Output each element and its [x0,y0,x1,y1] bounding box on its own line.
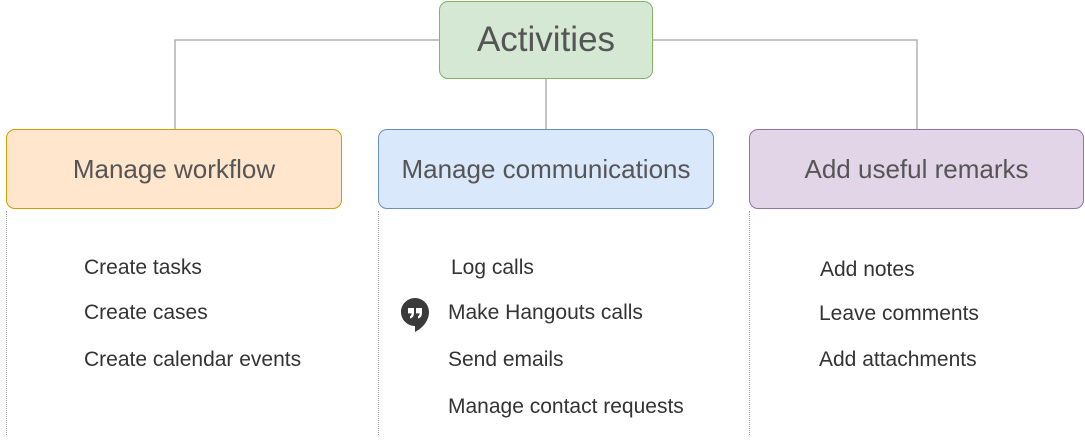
list-item-add-notes: Add notes [820,258,915,281]
branch-add-useful-remarks: Add useful remarks [749,129,1084,209]
list-item-create-calendar-events: Create calendar events [84,348,302,371]
branch-label-communications: Manage communications [401,153,691,184]
list-item-make-hangouts-calls: Make Hangouts calls [448,301,643,324]
list-item-create-tasks: Create tasks [84,256,202,279]
root-label: Activities [476,20,616,59]
column-divider-remarks [749,211,750,435]
column-divider-workflow [6,211,7,435]
list-item-leave-comments: Leave comments [819,302,979,325]
hangouts-icon [401,298,429,332]
connector-root-to-remarks [653,39,918,129]
list-item-log-calls: Log calls [451,256,534,279]
list-item-send-emails: Send emails [448,348,564,371]
root-node-activities: Activities [439,1,653,79]
connector-root-to-workflow [174,39,439,129]
list-item-create-cases: Create cases [84,301,208,324]
column-divider-communications [378,211,379,435]
branch-label-workflow: Manage workflow [72,153,276,184]
list-item-manage-contact-requests: Manage contact requests [448,395,684,418]
list-item-add-attachments: Add attachments [819,348,977,371]
branch-manage-workflow: Manage workflow [6,129,342,209]
branch-manage-communications: Manage communications [378,129,714,209]
branch-label-remarks: Add useful remarks [804,153,1029,184]
